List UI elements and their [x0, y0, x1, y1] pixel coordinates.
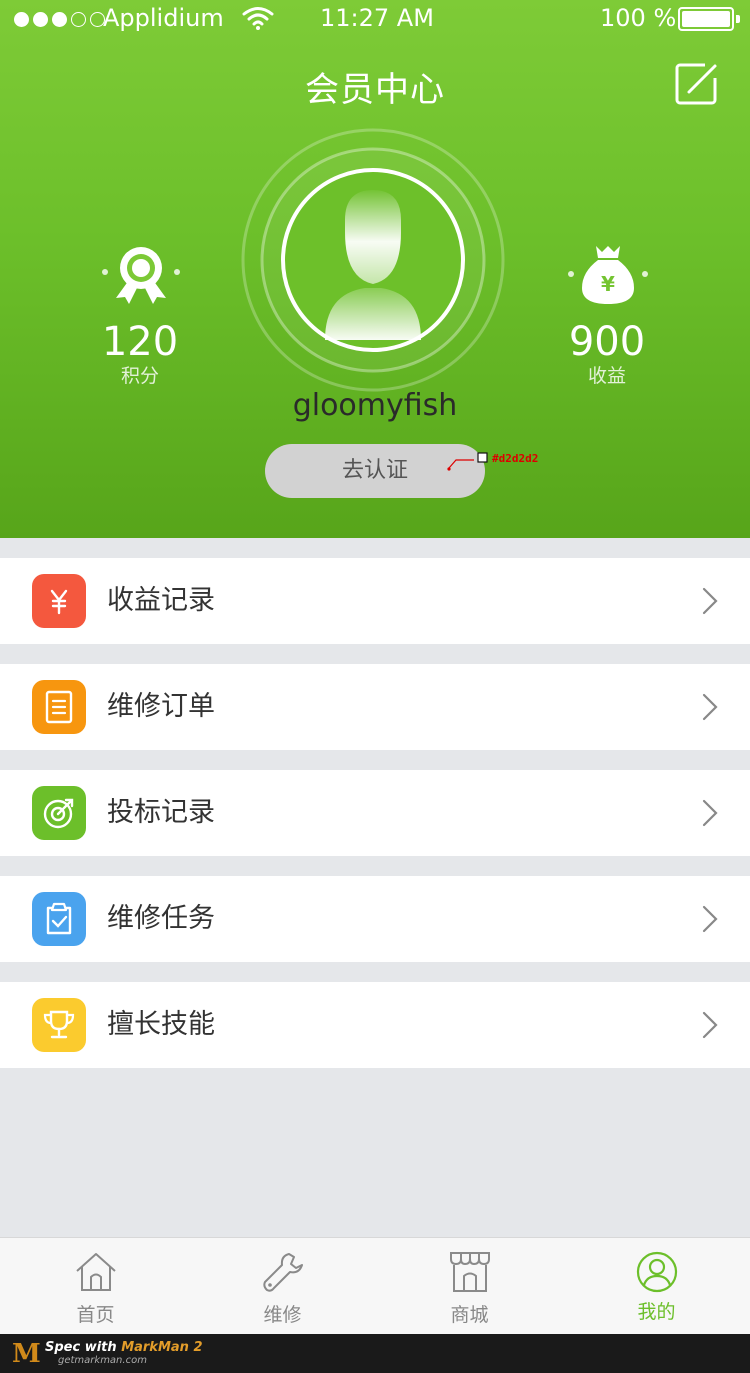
menu-item-label: 维修任务	[107, 903, 215, 934]
document-icon	[32, 680, 86, 734]
store-icon	[450, 1252, 490, 1292]
edit-icon	[675, 63, 717, 105]
menu-item-income-records[interactable]: 收益记录	[0, 558, 750, 644]
user-circle-icon	[636, 1251, 678, 1293]
tab-label: 维修	[263, 1304, 302, 1326]
battery-percentage: 100 %	[600, 4, 677, 32]
tab-repair[interactable]: 维修	[189, 1238, 376, 1334]
markman-logo: M	[12, 1339, 41, 1369]
profile-header: Applidium 11:27 AM 100 % 会员中心 120 积分 ¥ 9…	[0, 0, 750, 538]
tab-home[interactable]: 首页	[2, 1238, 189, 1334]
chevron-right-icon	[702, 799, 718, 827]
tab-me[interactable]: 我的	[563, 1238, 750, 1334]
menu-item-bid-records[interactable]: 投标记录	[0, 770, 750, 856]
markman-spec-text: Spec with MarkMan 2	[45, 1340, 203, 1355]
markman-prefix: Spec with	[45, 1340, 122, 1355]
points-value: 120	[101, 319, 179, 365]
markman-brand: MarkMan 2	[121, 1340, 203, 1355]
battery-icon	[678, 7, 734, 31]
carrier-name: Applidium	[103, 4, 224, 32]
yen-icon	[32, 574, 86, 628]
signal-strength-icon	[14, 12, 105, 27]
markman-spec-footer: M Spec with MarkMan 2 getmarkman.com	[0, 1334, 750, 1373]
points-label: 积分	[120, 365, 159, 387]
menu-item-skills[interactable]: 擅长技能	[0, 982, 750, 1068]
income-stat[interactable]: 900 收益	[537, 240, 677, 388]
income-value: 900	[568, 319, 646, 365]
tab-store[interactable]: 商城	[376, 1238, 563, 1334]
chevron-right-icon	[702, 1011, 718, 1039]
wifi-icon	[242, 6, 274, 36]
wrench-icon	[263, 1253, 303, 1292]
battery-tip	[736, 15, 740, 23]
home-icon	[76, 1253, 116, 1291]
trophy-icon	[32, 998, 86, 1052]
income-label: 收益	[587, 365, 626, 387]
edit-profile-button[interactable]	[675, 62, 719, 106]
menu-item-repair-tasks[interactable]: 维修任务	[0, 876, 750, 962]
clipboard-check-icon	[32, 892, 86, 946]
points-stat[interactable]: 120 积分	[70, 240, 210, 388]
tab-bar: 首页 维修 商城 我的	[0, 1237, 750, 1334]
status-time: 11:27 AM	[320, 4, 434, 32]
menu-item-label: 收益记录	[107, 585, 215, 616]
chevron-right-icon	[702, 693, 718, 721]
menu-item-label: 维修订单	[107, 691, 215, 722]
chevron-right-icon	[702, 905, 718, 933]
status-bar: Applidium 11:27 AM 100 %	[0, 0, 750, 40]
target-icon	[32, 786, 86, 840]
chevron-right-icon	[702, 587, 718, 615]
markman-url: getmarkman.com	[58, 1355, 147, 1366]
tab-label: 商城	[450, 1304, 489, 1326]
spec-annotation: #d2d2d2	[446, 452, 538, 476]
menu-item-label: 擅长技能	[107, 1009, 215, 1040]
avatar[interactable]	[241, 128, 505, 392]
menu-item-repair-orders[interactable]: 维修订单	[0, 664, 750, 750]
page-title: 会员中心	[305, 70, 445, 110]
tab-label: 首页	[76, 1304, 115, 1326]
spec-color-label: #d2d2d2	[492, 452, 539, 465]
username: gloomyfish	[292, 388, 458, 423]
menu-item-label: 投标记录	[107, 797, 215, 828]
tab-label: 我的	[637, 1301, 676, 1323]
